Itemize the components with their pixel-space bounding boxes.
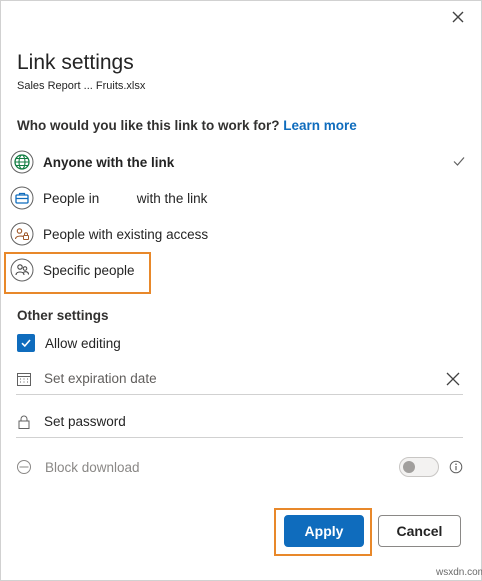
other-settings-heading: Other settings <box>17 308 109 323</box>
watermark: wsxdn.com <box>436 567 482 578</box>
globe-icon <box>10 150 34 174</box>
people-lock-icon <box>10 222 34 246</box>
briefcase-icon <box>10 186 34 210</box>
option-label: People in with the link <box>43 190 208 206</box>
option-existing-access[interactable]: People with existing access <box>10 220 468 248</box>
close-button[interactable] <box>446 6 470 28</box>
option-specific-people[interactable]: Specific people <box>10 256 468 284</box>
block-download-label: Block download <box>45 459 140 475</box>
option-label: People with existing access <box>43 226 209 242</box>
file-name: Sales Report ... Fruits.xlsx <box>17 80 146 92</box>
option-anyone[interactable]: Anyone with the link <box>10 148 468 176</box>
password-placeholder: Set password <box>44 414 126 429</box>
option-people-in-org[interactable]: People in with the link <box>10 184 468 212</box>
question-text: Who would you like this link to work for… <box>17 118 280 133</box>
cancel-button[interactable]: Cancel <box>378 515 461 547</box>
lock-icon <box>18 415 30 429</box>
expiration-date-field[interactable]: Set expiration date <box>16 363 463 395</box>
block-download-row: Block download <box>16 455 466 479</box>
allow-editing-checkbox[interactable]: Allow editing <box>17 333 121 353</box>
checkmark-icon <box>453 157 465 166</box>
option-label: Anyone with the link <box>43 154 175 170</box>
dialog-title: Link settings <box>17 51 134 74</box>
checkmark-icon <box>21 339 31 348</box>
toggle-knob <box>403 461 415 473</box>
password-field[interactable]: Set password <box>16 406 463 438</box>
apply-button[interactable]: Apply <box>284 515 364 547</box>
option-label: Specific people <box>43 262 135 278</box>
checkbox-checked[interactable] <box>17 334 35 352</box>
close-icon <box>452 11 464 23</box>
block-icon <box>17 460 31 474</box>
learn-more-link[interactable]: Learn more <box>283 118 357 133</box>
expiration-date-placeholder: Set expiration date <box>44 371 157 386</box>
block-download-toggle[interactable] <box>399 457 439 477</box>
clear-icon[interactable] <box>445 371 461 387</box>
people-icon <box>10 258 34 282</box>
link-scope-question: Who would you like this link to work for… <box>17 118 357 133</box>
calendar-icon <box>17 372 31 386</box>
info-icon[interactable] <box>449 460 463 474</box>
allow-editing-label: Allow editing <box>45 335 121 351</box>
